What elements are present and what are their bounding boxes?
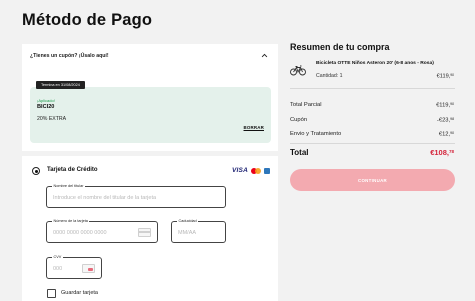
coupon-expiry-badge: Termina en 31/08/2024 [36, 81, 85, 89]
card-holder-field: Nombre del titular [46, 183, 226, 208]
product-quantity: Cantidad: 1 [316, 73, 343, 79]
total-value: €108,78 [430, 148, 454, 157]
applied-coupon: Termina en 31/08/2024 ¡Aplicado! BICI20 … [30, 81, 271, 143]
coupon-code: BICI20 [37, 104, 55, 110]
chevron-up-icon[interactable] [261, 52, 268, 59]
divider [290, 88, 455, 89]
save-card-label: Guardar tarjeta [61, 290, 98, 296]
summary-title: Resumen de tu compra [290, 42, 390, 52]
product-price: €119,90 [436, 73, 454, 80]
subtotal-value: €119,90 [436, 102, 454, 109]
cvv-input[interactable] [53, 264, 77, 273]
coupon-card: ¿Tienes un cupón? ¡Úsalo aquí! Termina e… [22, 44, 278, 151]
shipping-value: €12,90 [438, 131, 454, 138]
visa-logo: VISA [232, 167, 248, 174]
divider [290, 143, 455, 144]
card-expiry-input[interactable] [178, 228, 219, 237]
cvv-field: CVV [46, 254, 102, 279]
card-number-field: Número de la tarjeta [46, 218, 158, 243]
bike-icon [290, 65, 306, 76]
coupon-header[interactable]: ¿Tienes un cupón? ¡Úsalo aquí! [30, 53, 109, 59]
page-title: Método de Pago [22, 11, 153, 29]
cvv-legend: CVV [52, 254, 63, 260]
product-name: Bicicleta OTTE Niños Asteron 20' (6-8 an… [316, 61, 434, 66]
continue-button[interactable]: CONTINUAR [290, 169, 455, 191]
save-card-checkbox[interactable] [47, 289, 56, 298]
payment-method-card: Tarjeta de Crédito VISA Nombre del titul… [22, 156, 278, 301]
credit-card-radio[interactable] [32, 167, 40, 175]
payment-method-label: Tarjeta de Crédito [47, 167, 98, 173]
card-expiry-field: Caducidad [171, 218, 226, 243]
coupon-description: 20% EXTRA [37, 116, 67, 122]
subtotal-label: Total Parcial [290, 102, 322, 108]
shipping-label: Envio y Tratamiento [290, 131, 342, 137]
coupon-discount-label: Cupón [290, 117, 308, 123]
mastercard-logo [251, 167, 261, 174]
card-logos: VISA [232, 166, 270, 175]
coupon-applied-label: ¡Aplicado! [37, 98, 55, 103]
remove-coupon-button[interactable]: BORRAR [244, 125, 264, 130]
card-holder-legend: Nombre del titular [52, 183, 85, 189]
total-label: Total [290, 148, 309, 157]
coupon-discount-value: -€23,98 [436, 117, 454, 124]
card-number-legend: Número de la tarjeta [52, 218, 90, 224]
credit-card-icon [138, 228, 151, 237]
card-number-input[interactable] [53, 228, 151, 237]
cvv-card-icon [82, 264, 95, 273]
card-expiry-legend: Caducidad [177, 218, 199, 224]
card-holder-input[interactable] [53, 193, 219, 202]
amex-logo [264, 167, 270, 174]
